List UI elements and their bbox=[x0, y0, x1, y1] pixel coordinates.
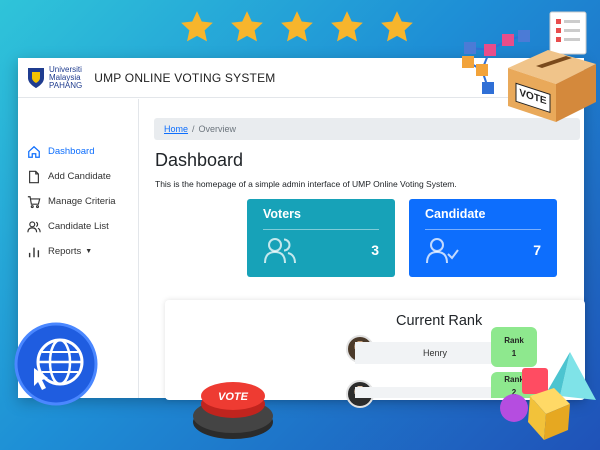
home-icon bbox=[28, 145, 40, 158]
star-icon bbox=[381, 11, 413, 42]
rating-stars bbox=[178, 8, 416, 46]
ballot-box-illustration: VOTE bbox=[462, 11, 596, 122]
sidebar-item-add-candidate[interactable]: Add Candidate bbox=[18, 164, 138, 189]
document-icon bbox=[29, 170, 39, 183]
ballot-box: VOTE bbox=[508, 50, 596, 122]
star-icon bbox=[281, 11, 313, 42]
card-title: Candidate bbox=[425, 207, 541, 230]
vote-button-illustration: VOTE bbox=[193, 382, 273, 439]
sidebar-item-candidate-list[interactable]: Candidate List bbox=[18, 214, 138, 239]
sidebar-item-reports[interactable]: Reports ▼ bbox=[18, 239, 138, 264]
breadcrumb-current: Overview bbox=[198, 124, 237, 134]
sidebar-item-dashboard[interactable]: Dashboard bbox=[18, 139, 138, 164]
globe-cursor-icon bbox=[14, 322, 98, 406]
card-title: Voters bbox=[263, 207, 379, 230]
users-icon bbox=[27, 220, 41, 232]
page-description: This is the homepage of a simple admin i… bbox=[155, 179, 457, 189]
ballot-paper bbox=[549, 11, 587, 55]
3d-shapes-illustration bbox=[500, 352, 596, 440]
cart-icon bbox=[27, 195, 41, 208]
candidate-count: 7 bbox=[533, 242, 541, 258]
app-title: UMP ONLINE VOTING SYSTEM bbox=[94, 70, 276, 85]
candidate-name: Henry bbox=[422, 348, 447, 358]
sidebar-item-label: Manage Criteria bbox=[48, 196, 116, 207]
user-check-icon bbox=[426, 238, 459, 264]
logo-icon bbox=[28, 67, 44, 88]
star-icon bbox=[181, 11, 213, 42]
star-icon bbox=[331, 11, 363, 42]
star-icon bbox=[231, 11, 263, 42]
candidate-card[interactable]: Candidate 7 bbox=[409, 199, 557, 277]
rank-label: Rank bbox=[504, 336, 524, 345]
sidebar-item-label: Add Candidate bbox=[48, 171, 111, 182]
sidebar-item-label: Candidate List bbox=[48, 221, 109, 232]
breadcrumb-separator: / bbox=[192, 124, 195, 134]
users-icon bbox=[264, 238, 296, 264]
university-logo[interactable]: Universiti Malaysia PAHANG bbox=[26, 65, 83, 90]
rank-title: Current Rank bbox=[396, 313, 483, 329]
voters-card[interactable]: Voters 3 bbox=[247, 199, 395, 277]
logo-line: PAHANG bbox=[49, 80, 83, 90]
voters-count: 3 bbox=[371, 242, 379, 258]
breadcrumb-home-link[interactable]: Home bbox=[164, 124, 188, 134]
vote-button-label: VOTE bbox=[218, 391, 249, 403]
page-title: Dashboard bbox=[155, 150, 244, 170]
chevron-down-icon: ▼ bbox=[85, 248, 93, 255]
bar-chart-icon bbox=[28, 247, 40, 257]
sidebar-item-label: Reports bbox=[48, 246, 82, 257]
sidebar-item-label: Dashboard bbox=[48, 146, 95, 157]
sidebar-item-manage-criteria[interactable]: Manage Criteria bbox=[18, 189, 138, 214]
